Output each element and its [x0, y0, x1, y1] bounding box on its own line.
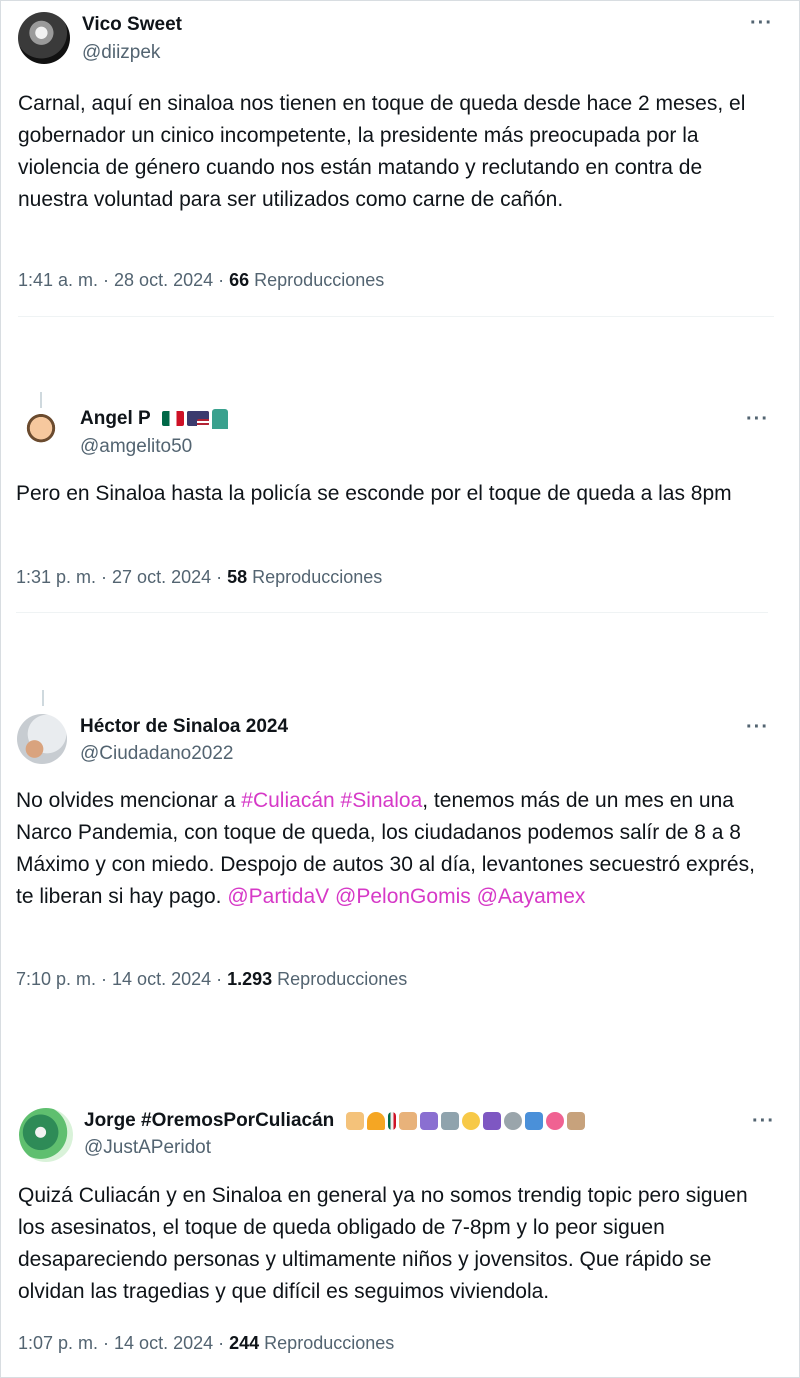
tweet-meta: 7:10 p. m. · 14 oct. 2024 · 1.293 Reprod…: [16, 969, 407, 990]
tweet-meta: 1:41 a. m. · 28 oct. 2024 · 66 Reproducc…: [18, 270, 384, 291]
family-emoji-icon: [345, 1111, 364, 1130]
timestamp[interactable]: 1:07 p. m. · 14 oct. 2024 ·: [18, 1333, 229, 1353]
display-name[interactable]: Héctor de Sinaloa 2024: [80, 716, 288, 738]
views-label: Reproducciones: [272, 969, 408, 989]
more-options-icon[interactable]: ···: [746, 408, 769, 431]
name-emojis: [345, 1110, 588, 1132]
views-label: Reproducciones: [249, 270, 385, 290]
views-label: Reproducciones: [247, 567, 383, 587]
avatar[interactable]: [19, 1108, 73, 1162]
flower-emoji-icon: [545, 1111, 564, 1130]
statue-of-liberty-icon: [211, 408, 228, 429]
person-emoji-icon: [524, 1111, 543, 1130]
mexico-flag-icon: [161, 411, 184, 427]
name-emojis: [161, 408, 231, 430]
mention-link[interactable]: @PartidaV: [227, 885, 329, 908]
thread-line: [42, 690, 44, 706]
user-handle[interactable]: @diizpek: [82, 42, 160, 64]
timestamp[interactable]: 1:31 p. m. · 27 oct. 2024 ·: [16, 567, 227, 587]
display-name-text: Jorge #OremosPorCuliacán: [84, 1110, 335, 1132]
cake-emoji-icon: [566, 1111, 585, 1130]
user-handle[interactable]: @JustAPeridot: [84, 1137, 211, 1159]
tweet-text: No olvides mencionar a #Culiacán #Sinalo…: [16, 785, 776, 913]
user-handle[interactable]: @Ciudadano2022: [80, 743, 233, 765]
cross-emoji-icon: [419, 1111, 438, 1130]
view-count: 1.293: [227, 969, 273, 989]
tweet-text: Pero en Sinaloa hasta la policía se esco…: [16, 482, 732, 505]
avatar[interactable]: [18, 12, 70, 64]
mexico-flag-icon: [387, 1111, 396, 1130]
more-options-icon[interactable]: ···: [752, 1110, 775, 1133]
user-handle[interactable]: @amgelito50: [80, 436, 192, 458]
view-count: 66: [229, 270, 250, 290]
view-count: 244: [229, 1333, 260, 1353]
taco-emoji-icon: [366, 1111, 385, 1130]
alien-monster-emoji-icon: [482, 1111, 501, 1130]
mention-link[interactable]: @PelonGomis: [335, 885, 471, 908]
us-flag-icon: [186, 411, 209, 427]
display-name[interactable]: Vico Sweet: [82, 14, 182, 36]
display-name[interactable]: Angel P: [80, 408, 231, 430]
divider: [16, 612, 768, 613]
hashtag-link[interactable]: #Culiacán: [241, 789, 334, 812]
tweet-text-part: No olvides mencionar a: [16, 789, 242, 812]
display-name-text: Angel P: [80, 408, 151, 430]
church-emoji-icon: [398, 1111, 417, 1130]
more-options-icon[interactable]: ···: [746, 716, 769, 739]
timestamp[interactable]: 7:10 p. m. · 14 oct. 2024 ·: [16, 969, 227, 989]
divider: [18, 316, 774, 317]
tweet-text: Carnal, aquí en sinaloa nos tienen en to…: [18, 92, 746, 211]
display-name[interactable]: Jorge #OremosPorCuliacán: [84, 1110, 588, 1132]
avatar[interactable]: [17, 408, 65, 456]
views-label: Reproducciones: [259, 1333, 395, 1353]
avatar[interactable]: [17, 714, 67, 764]
cat-emoji-icon: [461, 1111, 480, 1130]
timestamp[interactable]: 1:41 a. m. · 28 oct. 2024 ·: [18, 270, 229, 290]
thread-line: [40, 392, 42, 408]
tweet-text: Quizá Culiacán y en Sinaloa en general y…: [18, 1184, 748, 1303]
mention-link[interactable]: @Aayamex: [477, 885, 586, 908]
tweet-meta: 1:31 p. m. · 27 oct. 2024 · 58 Reproducc…: [16, 567, 382, 588]
view-count: 58: [227, 567, 248, 587]
hashtag-link[interactable]: #Sinaloa: [341, 789, 423, 812]
more-options-icon[interactable]: ···: [750, 12, 773, 35]
alien-emoji-icon: [503, 1111, 522, 1130]
headstone-emoji-icon: [440, 1111, 459, 1130]
tweet-meta: 1:07 p. m. · 14 oct. 2024 · 244 Reproduc…: [18, 1333, 394, 1354]
